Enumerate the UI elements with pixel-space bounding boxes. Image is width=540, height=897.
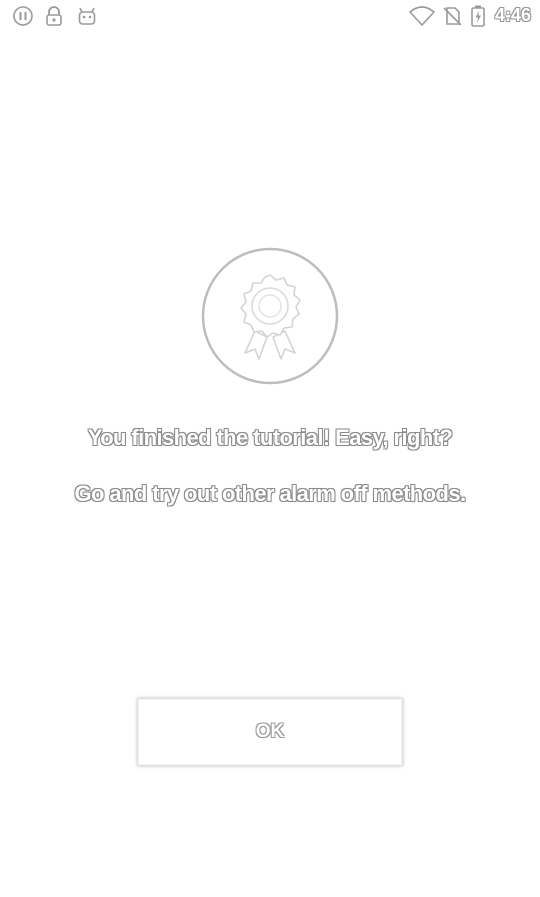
award-badge: [201, 247, 339, 385]
ok-button[interactable]: OK: [137, 698, 403, 766]
no-sim-icon: [440, 4, 464, 28]
android-icon: [75, 4, 99, 28]
tutorial-finished-message: You finished the tutorial! Easy, right?: [87, 425, 453, 450]
wifi-icon: [408, 4, 436, 28]
sync-icon: [11, 4, 35, 28]
tutorial-finished-screen: 4:46 You finished the tutorial! Easy, ri…: [0, 0, 540, 897]
status-bar: 4:46: [0, 0, 540, 34]
try-other-methods-message: Go and try out other alarm off methods.: [74, 481, 467, 506]
award-ribbon-icon: [201, 247, 339, 385]
clock-time: 4:46: [494, 5, 531, 25]
lock-icon: [42, 4, 66, 28]
battery-charging-icon: [466, 4, 490, 28]
ok-button-label: OK: [255, 721, 285, 742]
